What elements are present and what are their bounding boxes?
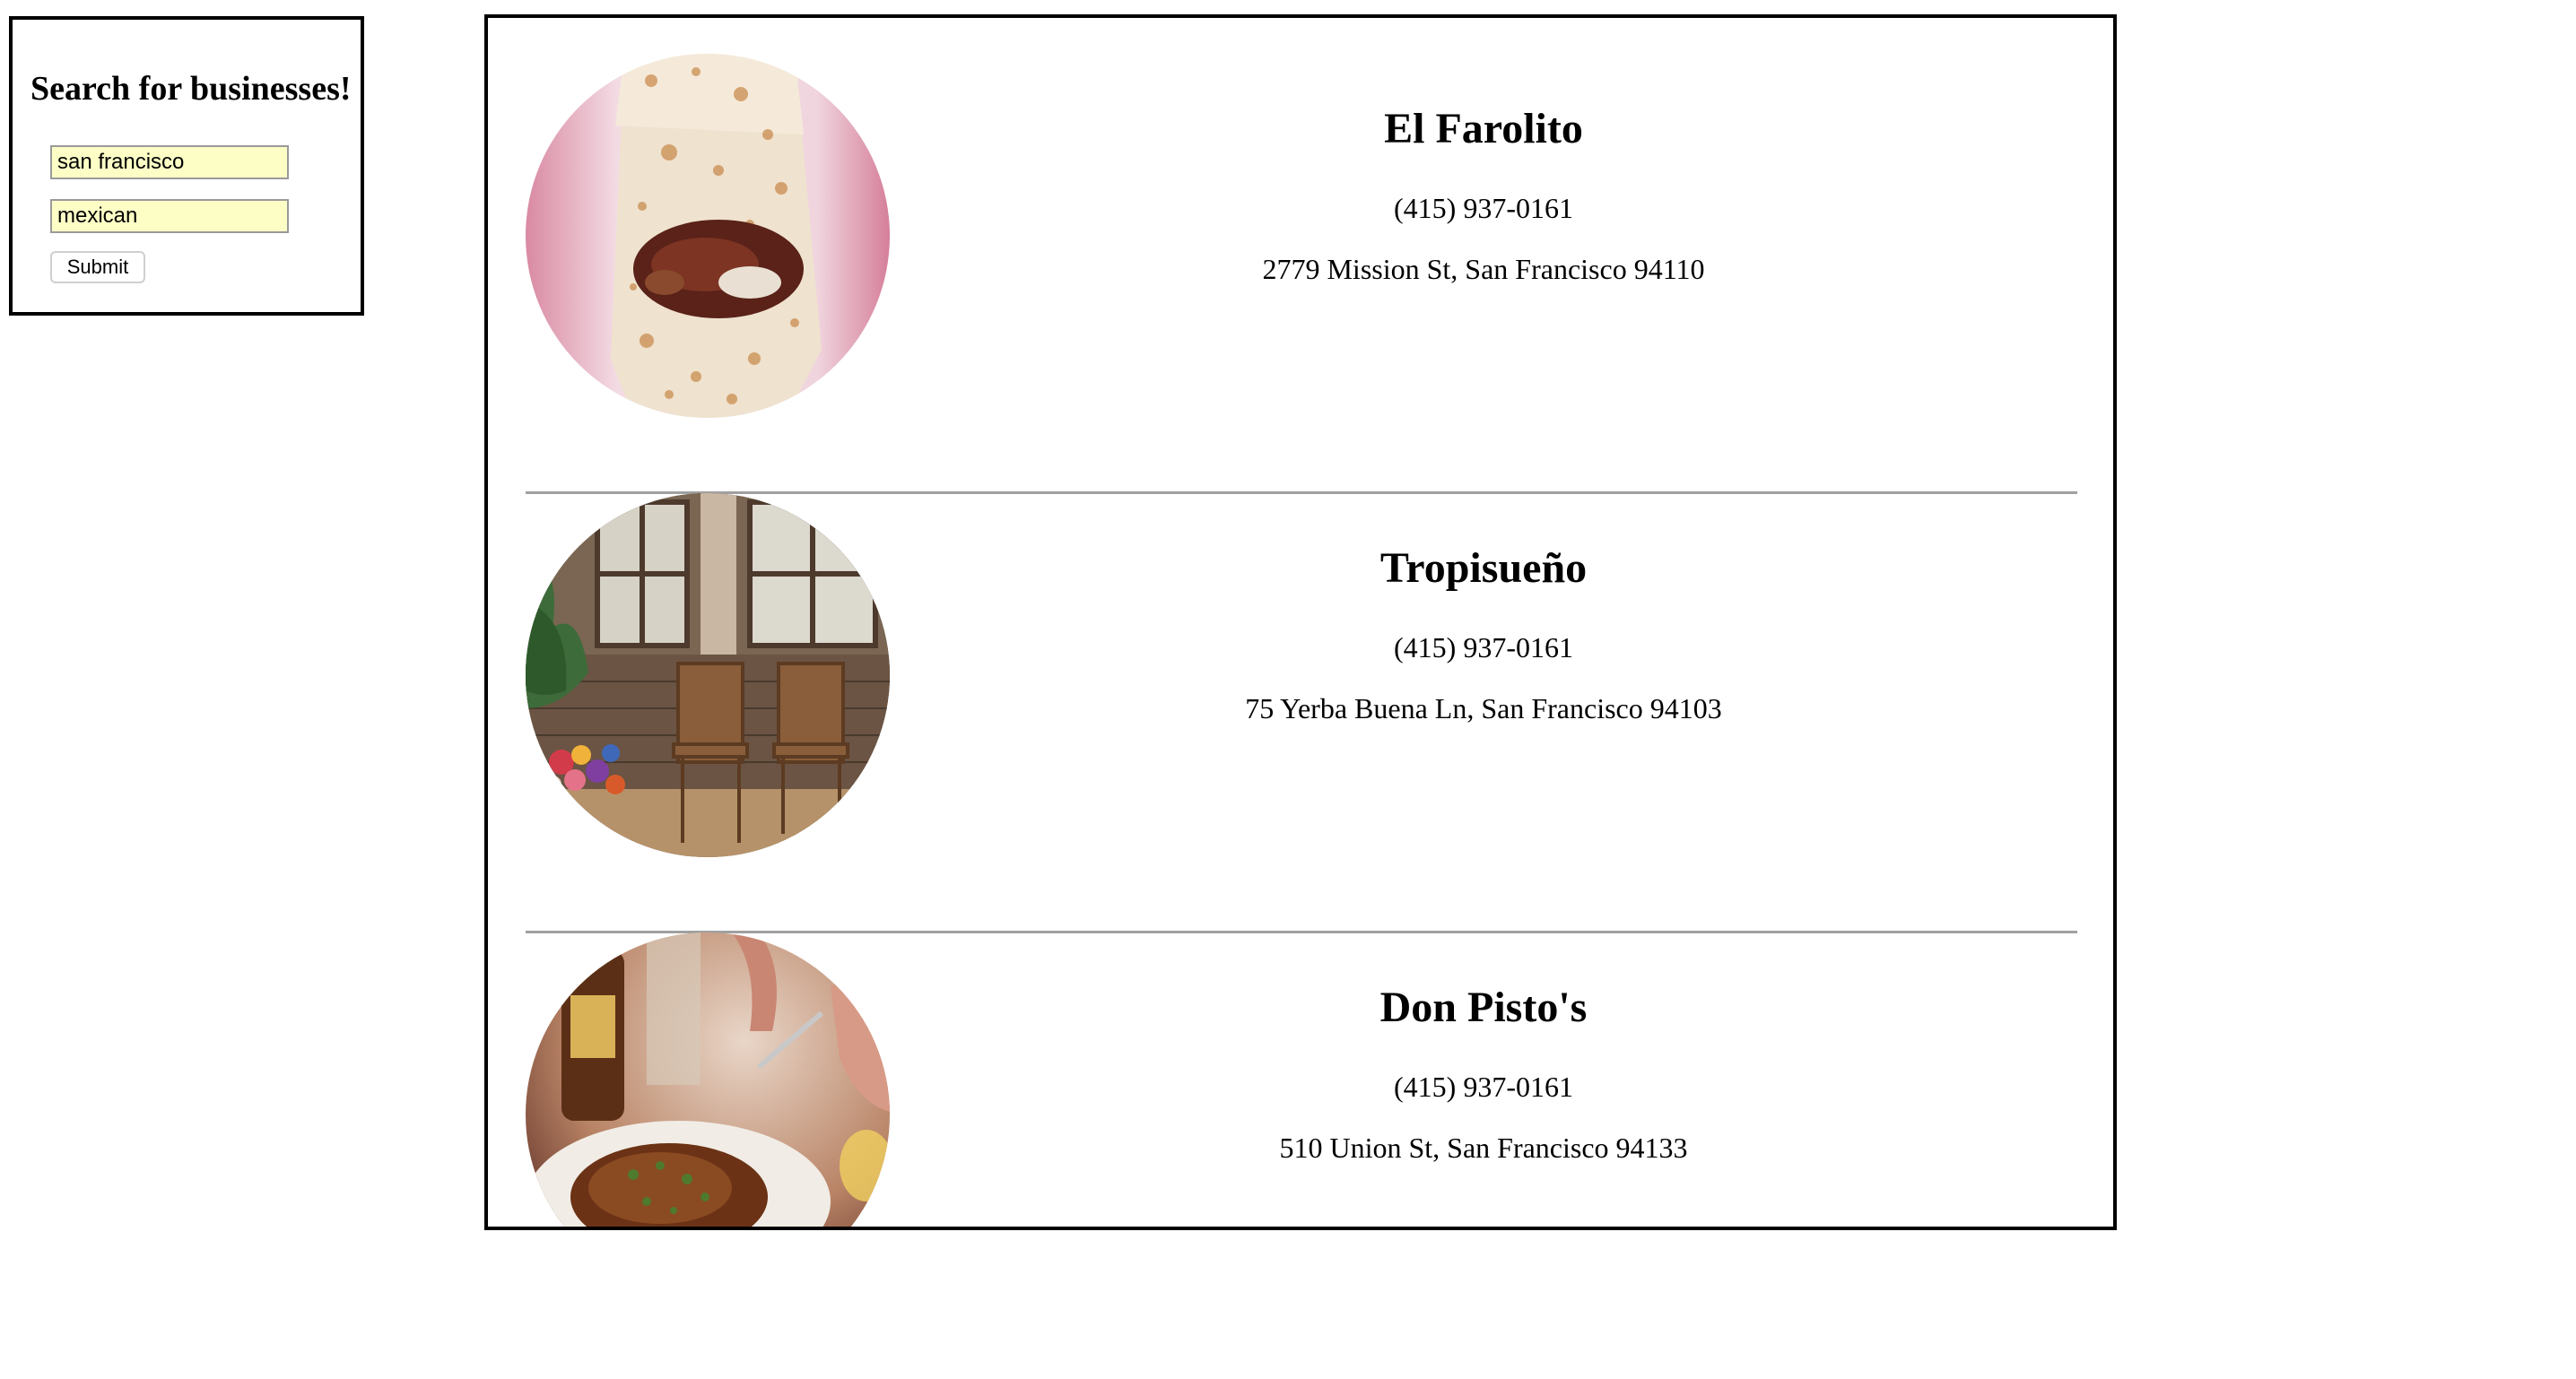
business-phone: (415) 937-0161 xyxy=(1394,192,1573,224)
search-panel: Search for businesses! Submit xyxy=(9,16,364,316)
result-card: El Farolito (415) 937-0161 2779 Mission … xyxy=(526,54,2077,493)
business-name: El Farolito xyxy=(1384,105,1583,152)
business-name: Don Pisto's xyxy=(1379,984,1588,1031)
result-card: Don Pisto's (415) 937-0161 510 Union St,… xyxy=(526,932,2077,1227)
business-address: 2779 Mission St, San Francisco 94110 xyxy=(1262,253,1705,285)
steak-dish-photo xyxy=(526,932,890,1227)
location-input[interactable] xyxy=(50,145,289,179)
search-title: Search for businesses! xyxy=(30,70,352,108)
business-phone: (415) 937-0161 xyxy=(1394,1071,1573,1103)
search-term-input[interactable] xyxy=(50,199,289,233)
results-panel[interactable]: El Farolito (415) 937-0161 2779 Mission … xyxy=(484,14,2117,1230)
submit-button[interactable]: Submit xyxy=(50,251,145,283)
restaurant-interior-photo xyxy=(526,493,890,857)
business-phone: (415) 937-0161 xyxy=(1394,631,1573,663)
burrito-photo xyxy=(526,54,890,418)
business-address: 75 Yerba Buena Ln, San Francisco 94103 xyxy=(1245,692,1722,724)
business-address: 510 Union St, San Francisco 94133 xyxy=(1279,1132,1688,1164)
business-name: Tropisueño xyxy=(1379,544,1588,592)
result-card: Tropisueño (415) 937-0161 75 Yerba Buena… xyxy=(526,493,2077,932)
